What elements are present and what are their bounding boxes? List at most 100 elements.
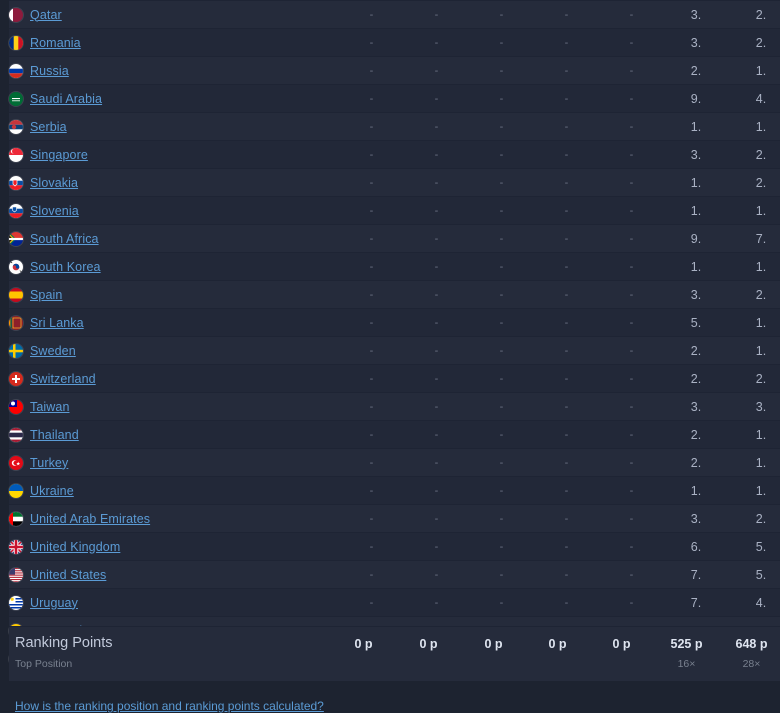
country-cell[interactable]: Slovenia [9,196,339,225]
country-link[interactable]: Russia [30,58,69,84]
table-row[interactable]: Sweden - - - - - 2. 1. [9,336,780,365]
country-cell[interactable]: Sweden [9,336,339,365]
summary-column: 0 p [525,635,590,653]
table-row[interactable]: Saudi Arabia - - - - - 9. 4. [9,84,780,113]
summary-points: 0 p [548,637,567,651]
country-link[interactable]: South Korea [30,254,101,280]
country-cell[interactable]: Romania [9,28,339,57]
country-link[interactable]: Saudi Arabia [30,86,102,112]
table-row[interactable]: Taiwan - - - - - 3. 3. [9,392,780,421]
empty-value: - [434,121,439,133]
empty-value: - [499,457,504,469]
value-cell: - [469,364,534,393]
country-cell[interactable]: United Kingdom [9,532,339,561]
empty-value: - [434,261,439,273]
empty-value: - [499,513,504,525]
rank-value: 3. [690,287,702,302]
table-row[interactable]: Romania - - - - - 3. 2. [9,28,780,57]
rank-cell: 5. [728,532,780,561]
country-link[interactable]: Spain [30,282,62,308]
ranking-explanation-link[interactable]: How is the ranking position and ranking … [15,699,324,713]
country-cell[interactable]: Singapore [9,140,339,169]
table-row[interactable]: Uruguay - - - - - 7. 4. [9,588,780,617]
country-cell[interactable]: Sri Lanka [9,308,339,337]
table-row[interactable]: United Kingdom - - - - - 6. 5. [9,532,780,561]
value-cell: - [469,196,534,225]
table-row[interactable]: Thailand - - - - - 2. 1. [9,420,780,449]
country-cell[interactable]: Spain [9,280,339,309]
country-cell[interactable]: Switzerland [9,364,339,393]
country-link[interactable]: United Arab Emirates [30,506,150,532]
table-row[interactable]: Russia - - - - - 2. 1. [9,56,780,85]
country-cell[interactable]: Turkey [9,448,339,477]
value-cell: - [469,588,534,617]
country-link[interactable]: Romania [30,30,81,56]
country-cell[interactable]: Slovakia [9,168,339,197]
table-row[interactable]: Qatar - - - - - 3. 2. [9,0,780,29]
value-cell: - [599,168,664,197]
country-link[interactable]: Uruguay [30,590,78,616]
country-cell[interactable]: United Arab Emirates [9,504,339,533]
table-row[interactable]: Slovakia - - - - - 1. 2. [9,168,780,197]
country-cell[interactable]: South Africa [9,224,339,253]
table-row[interactable]: South Africa - - - - - 9. 7. [9,224,780,253]
empty-value: - [434,289,439,301]
rank-value: 2. [690,63,702,78]
table-row[interactable]: Singapore - - - - - 3. 2. [9,140,780,169]
rank-value: 9. [690,91,702,106]
value-cell: - [339,280,404,309]
table-row[interactable]: United States - - - - - 7. 5. [9,560,780,589]
country-link[interactable]: Serbia [30,114,67,140]
country-link[interactable]: Slovenia [30,198,79,224]
country-cell[interactable]: Serbia [9,112,339,141]
empty-value: - [564,233,569,245]
country-link[interactable]: South Africa [30,226,99,252]
value-cell: - [404,168,469,197]
empty-value: - [629,93,634,105]
country-cell[interactable]: Thailand [9,420,339,449]
empty-value: - [564,289,569,301]
table-row[interactable]: Spain - - - - - 3. 2. [9,280,780,309]
country-link[interactable]: Slovakia [30,170,78,196]
country-cell[interactable]: Saudi Arabia [9,84,339,113]
country-link[interactable]: Singapore [30,142,88,168]
table-row[interactable]: Slovenia - - - - - 1. 1. [9,196,780,225]
rank-cell: 4. [728,84,780,113]
country-cell-inner: United Arab Emirates [9,506,339,532]
country-cell[interactable]: South Korea [9,252,339,281]
country-link[interactable]: Switzerland [30,366,96,392]
country-link[interactable]: United Kingdom [30,534,120,560]
country-cell[interactable]: Qatar [9,0,339,29]
rank-value: 1. [755,343,767,358]
rank-value: 6. [690,539,702,554]
value-cell: - [339,420,404,449]
country-link[interactable]: United States [30,562,106,588]
country-link[interactable]: Sri Lanka [30,310,84,336]
table-row[interactable]: Ukraine - - - - - 1. 1. [9,476,780,505]
country-link[interactable]: Taiwan [30,394,70,420]
table-row[interactable]: United Arab Emirates - - - - - 3. 2. [9,504,780,533]
rank-value: 3. [690,35,702,50]
country-link[interactable]: Sweden [30,338,76,364]
country-cell[interactable]: Ukraine [9,476,339,505]
table-row[interactable]: Switzerland - - - - - 2. 2. [9,364,780,393]
country-cell[interactable]: United States [9,560,339,589]
rank-value: 7. [690,567,702,582]
country-link[interactable]: Ukraine [30,478,74,504]
summary-points: 0 p [419,637,438,651]
country-cell[interactable]: Taiwan [9,392,339,421]
country-cell[interactable]: Uruguay [9,588,339,617]
empty-value: - [564,9,569,21]
country-link[interactable]: Qatar [30,2,62,28]
country-link[interactable]: Turkey [30,450,68,476]
table-row[interactable]: Sri Lanka - - - - - 5. 1. [9,308,780,337]
table-row[interactable]: Turkey - - - - - 2. 1. [9,448,780,477]
country-link[interactable]: Thailand [30,422,79,448]
rank-value: 3. [690,511,702,526]
table-row[interactable]: South Korea - - - - - 1. 1. [9,252,780,281]
summary-column: 0 p [331,635,396,653]
country-cell[interactable]: Russia [9,56,339,85]
table-row[interactable]: Serbia - - - - - 1. 1. [9,112,780,141]
empty-value: - [629,541,634,553]
empty-value: - [434,37,439,49]
